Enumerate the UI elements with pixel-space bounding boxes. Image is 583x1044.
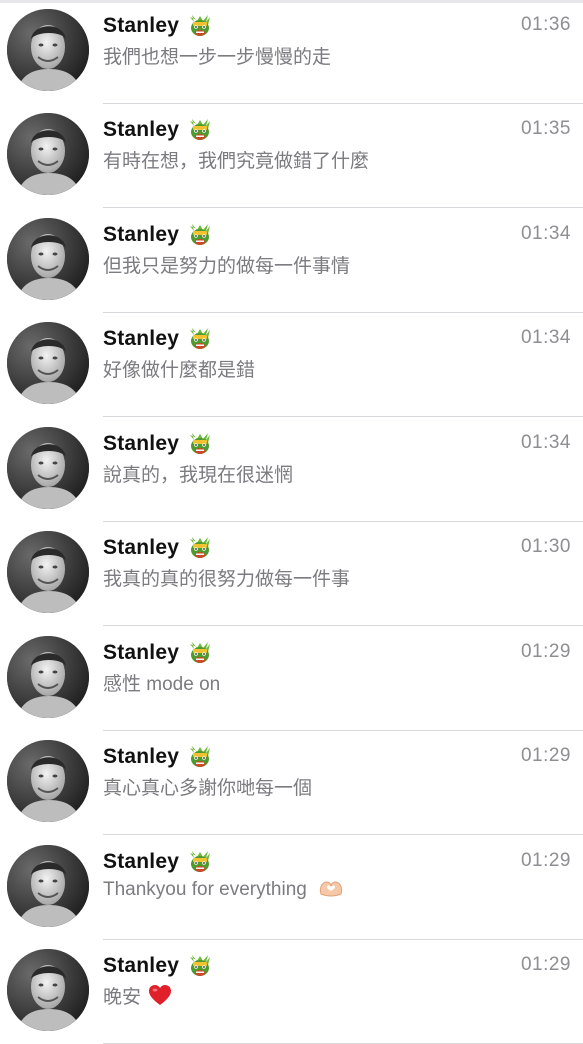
message-preview: 真心真心多謝你哋每一個 [103, 773, 563, 800]
message-preview: 說真的，我現在很迷惘 [103, 460, 563, 487]
avatar[interactable] [7, 322, 89, 404]
avatar-photo [7, 218, 89, 300]
sender-name: Stanley [103, 14, 180, 37]
avatar-photo [7, 427, 89, 509]
message-time: 01:29 [520, 954, 571, 975]
sender-name: Stanley [103, 954, 180, 977]
dragon-face-icon [187, 431, 213, 457]
message-preview: 晚安 [103, 982, 563, 1012]
avatar[interactable] [7, 949, 89, 1031]
message-preview: 感性 mode on [103, 669, 563, 696]
avatar[interactable] [7, 9, 89, 91]
sender-name: Stanley [103, 536, 180, 559]
message-row[interactable]: Stanley 01:29 真心真心多謝你哋每一個 [0, 731, 583, 835]
message-time: 01:29 [520, 641, 571, 662]
dragon-face-icon [187, 13, 213, 39]
row-divider [103, 207, 583, 208]
avatar[interactable] [7, 845, 89, 927]
avatar[interactable] [7, 113, 89, 195]
avatar-photo [7, 740, 89, 822]
message-preview-text: 有時在想，我們究竟做錯了什麼 [103, 151, 370, 172]
message-row[interactable]: Stanley 01:29 晚安 [0, 940, 583, 1044]
message-time: 01:35 [520, 118, 571, 139]
sender-name: Stanley [103, 118, 180, 141]
avatar[interactable] [7, 636, 89, 718]
sender-name: Stanley [103, 745, 180, 768]
message-preview-text: 好像做什麼都是錯 [103, 360, 256, 381]
dragon-face-icon [187, 117, 213, 143]
message-row[interactable]: Stanley 01:34 說真的，我現在很迷惘 [0, 418, 583, 522]
message-preview-text: 我真的真的很努力做每一件事 [103, 569, 351, 590]
avatar[interactable] [7, 531, 89, 613]
message-preview: 我真的真的很努力做每一件事 [103, 564, 563, 591]
dragon-face-icon [187, 953, 213, 979]
avatar-photo [7, 322, 89, 404]
message-preview: 但我只是努力的做每一件事情 [103, 251, 563, 278]
dragon-face-icon [187, 640, 213, 666]
dragon-face-icon [187, 849, 213, 875]
message-time: 01:29 [520, 850, 571, 871]
message-preview-text: 真心真心多謝你哋每一個 [103, 778, 313, 799]
message-time: 01:34 [520, 432, 571, 453]
message-time: 01:34 [520, 327, 571, 348]
message-time: 01:36 [520, 14, 571, 35]
sender-name: Stanley [103, 223, 180, 246]
message-preview-text: Thankyou for everything [103, 879, 307, 900]
avatar-photo [7, 113, 89, 195]
avatar[interactable] [7, 218, 89, 300]
sender-name: Stanley [103, 327, 180, 350]
message-preview-text: 晚安 [103, 987, 142, 1008]
avatar-photo [7, 9, 89, 91]
message-preview-text: 但我只是努力的做每一件事情 [103, 256, 351, 277]
row-divider [103, 834, 583, 835]
sender-name: Stanley [103, 850, 180, 873]
avatar-photo [7, 636, 89, 718]
message-time: 01:29 [520, 745, 571, 766]
message-row[interactable]: Stanley 01:29 Thankyou for everything [0, 836, 583, 940]
avatar-photo [7, 949, 89, 1031]
red-heart-icon [148, 984, 172, 1012]
avatar-photo [7, 845, 89, 927]
message-row[interactable]: Stanley 01:34 但我只是努力的做每一件事情 [0, 209, 583, 313]
sender-name: Stanley [103, 432, 180, 455]
heart-hands-icon [318, 878, 344, 904]
sender-name: Stanley [103, 641, 180, 664]
avatar-photo [7, 531, 89, 613]
message-time: 01:30 [520, 536, 571, 557]
dragon-face-icon [187, 535, 213, 561]
row-divider [103, 625, 583, 626]
message-row[interactable]: Stanley 01:34 好像做什麼都是錯 [0, 313, 583, 417]
dragon-face-icon [187, 326, 213, 352]
message-preview: Thankyou for everything [103, 878, 563, 904]
row-divider [103, 416, 583, 417]
message-row[interactable]: Stanley 01:29 感性 mode on [0, 627, 583, 731]
message-row[interactable]: Stanley 01:30 我真的真的很努力做每一件事 [0, 522, 583, 626]
message-preview-text: 我們也想一步一步慢慢的走 [103, 47, 332, 68]
avatar[interactable] [7, 740, 89, 822]
message-row[interactable]: Stanley 01:35 有時在想，我們究竟做錯了什麼 [0, 104, 583, 208]
message-preview: 有時在想，我們究竟做錯了什麼 [103, 146, 563, 173]
message-row[interactable]: Stanley 01:36 我們也想一步一步慢慢的走 [0, 0, 583, 104]
message-time: 01:34 [520, 223, 571, 244]
message-preview: 我們也想一步一步慢慢的走 [103, 42, 563, 69]
message-preview: 好像做什麼都是錯 [103, 355, 563, 382]
dragon-face-icon [187, 222, 213, 248]
avatar[interactable] [7, 427, 89, 509]
dragon-face-icon [187, 744, 213, 770]
message-preview-text: 說真的，我現在很迷惘 [103, 465, 294, 486]
message-preview-text: 感性 mode on [103, 674, 221, 695]
